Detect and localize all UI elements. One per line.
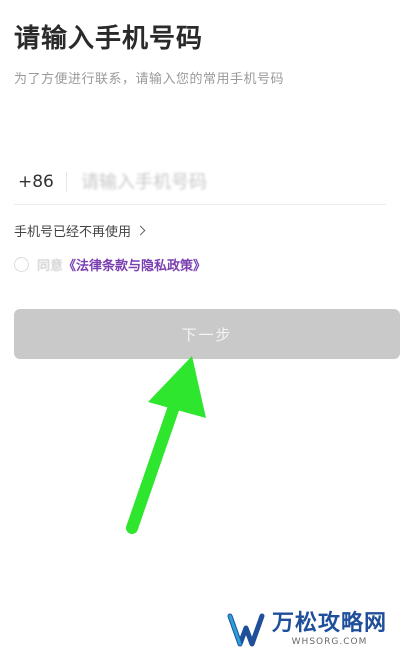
watermark-url: WHSORG.COM — [291, 637, 368, 647]
arrow-shaft — [126, 389, 184, 534]
watermark-title: 万松攻略网 — [272, 611, 388, 636]
watermark: 万松攻略网 WHSORG.COM — [222, 603, 400, 657]
watermark-logo-icon — [227, 613, 265, 647]
watermark-text: 万松攻略网 WHSORG.COM — [272, 612, 387, 648]
green-arrow-icon — [126, 356, 206, 534]
arrow-annotation — [126, 356, 206, 534]
arrow-head — [148, 356, 206, 418]
